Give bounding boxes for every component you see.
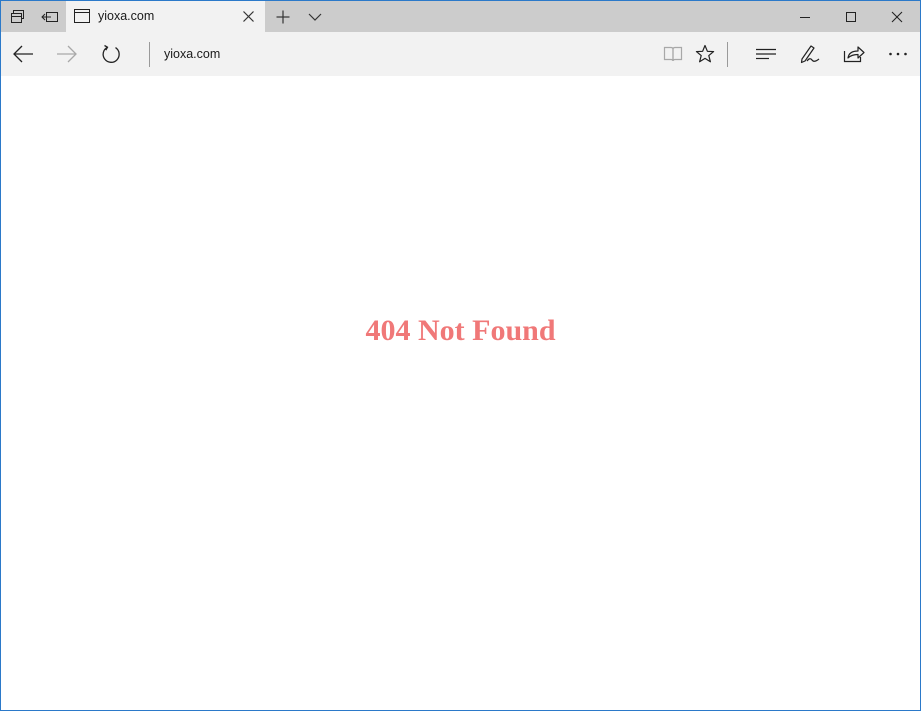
tab-title: yioxa.com (98, 9, 155, 23)
star-icon (695, 44, 715, 63)
tab-close-icon[interactable] (242, 10, 255, 23)
minimize-icon (800, 16, 810, 18)
title-bar: yioxa.com (1, 1, 920, 32)
set-aside-tabs-icon (41, 11, 58, 22)
maximize-button[interactable] (828, 1, 874, 32)
more-button[interactable] (878, 32, 918, 76)
page-icon (74, 9, 90, 23)
tab-active[interactable]: yioxa.com (66, 1, 265, 32)
chevron-down-icon (308, 13, 322, 21)
set-aside-tabs-button[interactable] (34, 1, 66, 32)
refresh-icon (102, 44, 120, 63)
pen-icon (800, 45, 820, 64)
hub-icon (756, 48, 776, 60)
back-button[interactable] (3, 32, 43, 76)
book-icon (663, 46, 683, 62)
address-separator (149, 42, 150, 67)
browser-window: yioxa.com yioxa.com 404 Not Found (0, 0, 921, 711)
toolbar-separator (727, 42, 728, 67)
address-bar-input[interactable] (164, 46, 644, 62)
tab-manager-icon (11, 9, 24, 23)
share-icon (843, 46, 865, 63)
close-button[interactable] (874, 1, 920, 32)
web-note-button[interactable] (790, 32, 830, 76)
error-heading: 404 Not Found (365, 314, 556, 347)
more-icon (889, 52, 907, 56)
close-icon (891, 11, 903, 22)
back-arrow-icon (13, 45, 33, 63)
navigation-bar (1, 32, 920, 76)
maximize-icon (846, 11, 856, 22)
new-tab-button[interactable] (267, 1, 299, 32)
plus-icon (276, 10, 290, 23)
hub-button[interactable] (746, 32, 786, 76)
refresh-button[interactable] (91, 32, 131, 76)
share-button[interactable] (834, 32, 874, 76)
tab-preview-button[interactable] (299, 1, 331, 32)
minimize-button[interactable] (782, 1, 828, 32)
forward-button[interactable] (47, 32, 87, 76)
forward-arrow-icon (57, 45, 77, 63)
favorite-button[interactable] (685, 32, 725, 76)
page-content: 404 Not Found (1, 76, 920, 710)
tab-manager-button[interactable] (2, 1, 34, 32)
